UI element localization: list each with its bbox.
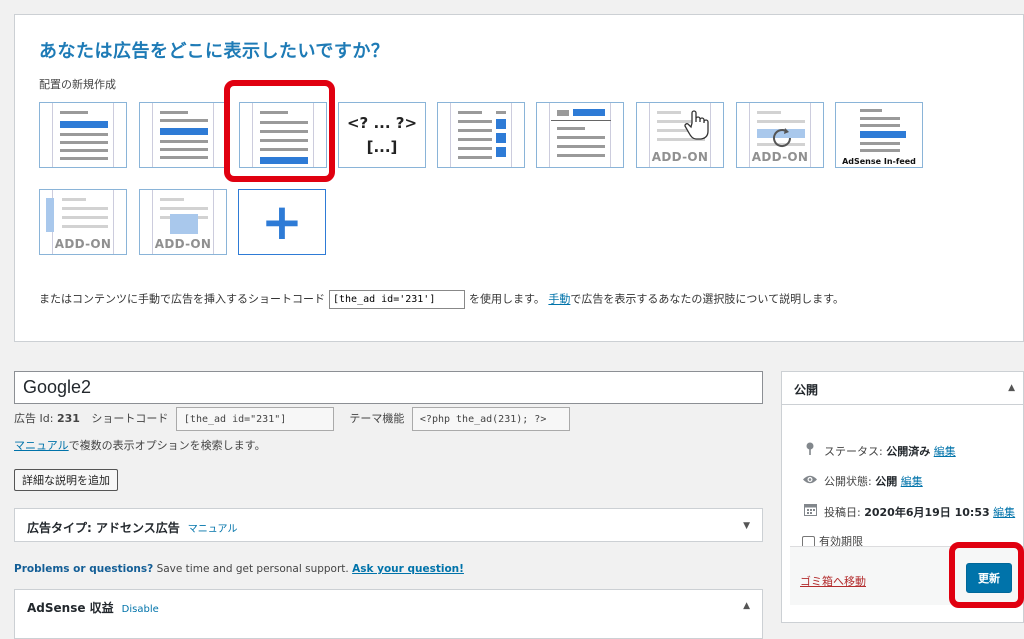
ad-id-label: 広告 Id: <box>14 412 54 425</box>
chevron-down-icon[interactable]: ▼ <box>743 521 750 531</box>
ad-id-value: 231 <box>56 412 80 425</box>
addon-label: ADD-ON <box>751 150 809 164</box>
add-placement-button[interactable]: + <box>238 189 326 255</box>
date-row: 投稿日: 2020年6月19日 10:53 編集 <box>802 503 1015 520</box>
visibility-label: 公開状態: <box>824 475 872 488</box>
addon-label: ADD-ON <box>154 237 212 251</box>
theme-function-field[interactable]: <?php the_ad(231); ?> <box>411 407 570 431</box>
support-line: Problems or questions? Save time and get… <box>14 563 464 575</box>
status-edit-link[interactable]: 編集 <box>934 445 956 458</box>
problems-text: Save time and get personal support. <box>153 563 353 575</box>
code-tile-line2: [...] <box>366 138 398 156</box>
update-button[interactable]: 更新 <box>966 563 1012 593</box>
date-label: 投稿日: <box>824 506 861 519</box>
placement-before-content[interactable] <box>39 102 127 168</box>
add-description-button[interactable]: 詳細な説明を追加 <box>14 469 118 491</box>
publish-title: 公開 <box>794 383 819 397</box>
manual-text: で複数の表示オプションを検索します。 <box>68 439 266 452</box>
visibility-row: 公開状態: 公開 編集 <box>802 473 923 489</box>
placement-addon-refresh[interactable]: ADD-ON <box>736 102 824 168</box>
infeed-label: AdSense In-feed <box>842 157 916 166</box>
addon-label: ADD-ON <box>54 237 112 251</box>
shortcode-label: ショートコード <box>91 412 169 425</box>
placement-title: あなたは広告をどこに表示したいですか？ <box>39 41 390 62</box>
chevron-up-icon[interactable]: ▲ <box>1008 383 1015 393</box>
placement-sidebar-widget[interactable] <box>437 102 525 168</box>
ad-meta-row: 広告 Id: 231 ショートコード [the_ad id="231"] テーマ… <box>14 407 570 431</box>
manual-link[interactable]: マニュアル <box>14 439 69 452</box>
status-row: ステータス: 公開済み 編集 <box>802 442 956 459</box>
placement-subtitle: 配置の新規作成 <box>39 78 116 91</box>
date-value: 2020年6月19日 10:53 <box>864 506 990 519</box>
placement-addon-layer[interactable]: ADD-ON <box>139 189 227 255</box>
placement-content[interactable] <box>139 102 227 168</box>
plus-icon: + <box>261 193 303 251</box>
ad-type-title: 広告タイプ: アドセンス広告 <box>27 521 180 535</box>
placement-manual-code[interactable]: <? ... ?> [...] <box>338 102 426 168</box>
status-label: ステータス: <box>824 445 883 458</box>
adsense-disable-link[interactable]: Disable <box>122 604 159 615</box>
chevron-up-icon[interactable]: ▲ <box>743 601 750 611</box>
shortcode-mid: を使用します。 <box>469 292 545 306</box>
code-tile-line1: <? ... ?> <box>346 114 418 132</box>
visibility-value: 公開 <box>875 475 898 488</box>
shortcode-line: またはコンテンツに手動で広告を挿入するショートコード を使用します。 手動で広告を… <box>39 290 844 309</box>
placement-header[interactable] <box>536 102 624 168</box>
publish-box: 公開 ▲ ステータス: 公開済み 編集 公開状態: 公開 編集 投稿日: 202… <box>781 371 1024 623</box>
placement-after-content[interactable] <box>239 102 327 168</box>
placement-adsense-infeed[interactable]: AdSense In-feed <box>835 102 923 168</box>
hand-pointer-icon <box>683 109 711 145</box>
addon-label: ADD-ON <box>651 150 709 164</box>
adsense-title: AdSense 収益 <box>27 601 114 615</box>
theme-function-label: テーマ機能 <box>349 412 405 425</box>
adsense-revenue-box[interactable]: AdSense 収益 Disable ▲ <box>14 589 763 639</box>
manual-line: マニュアルで複数の表示オプションを検索します。 <box>14 437 266 453</box>
problems-heading: Problems or questions? <box>14 563 154 575</box>
placement-panel: あなたは広告をどこに表示したいですか？ 配置の新規作成 <? ... ?> [.… <box>14 14 1024 342</box>
shortcode-prefix: またはコンテンツに手動で広告を挿入するショートコード <box>39 292 325 306</box>
manual-link[interactable]: 手動 <box>548 293 570 306</box>
status-value: 公開済み <box>886 445 931 458</box>
ask-question-link[interactable]: Ask your question! <box>352 563 464 575</box>
ad-type-box[interactable]: 広告タイプ: アドセンス広告 マニュアル ▼ <box>14 508 763 542</box>
ad-type-manual-link[interactable]: マニュアル <box>188 524 238 535</box>
publish-header[interactable]: 公開 ▲ <box>782 372 1023 405</box>
eye-icon <box>802 474 818 488</box>
trash-link[interactable]: ゴミ箱へ移動 <box>800 573 866 589</box>
ad-title-input[interactable] <box>14 371 763 404</box>
pin-icon <box>802 442 818 458</box>
placement-addon-click[interactable]: ADD-ON <box>636 102 724 168</box>
placement-shortcode-input[interactable] <box>329 290 465 309</box>
placement-addon-sticky[interactable]: ADD-ON <box>39 189 127 255</box>
date-edit-link[interactable]: 編集 <box>993 506 1015 519</box>
shortcode-suffix: で広告を表示するあなたの選択肢について説明します。 <box>570 292 844 306</box>
visibility-edit-link[interactable]: 編集 <box>901 475 923 488</box>
ad-shortcode-field[interactable]: [the_ad id="231"] <box>175 407 334 431</box>
calendar-icon <box>802 503 818 519</box>
